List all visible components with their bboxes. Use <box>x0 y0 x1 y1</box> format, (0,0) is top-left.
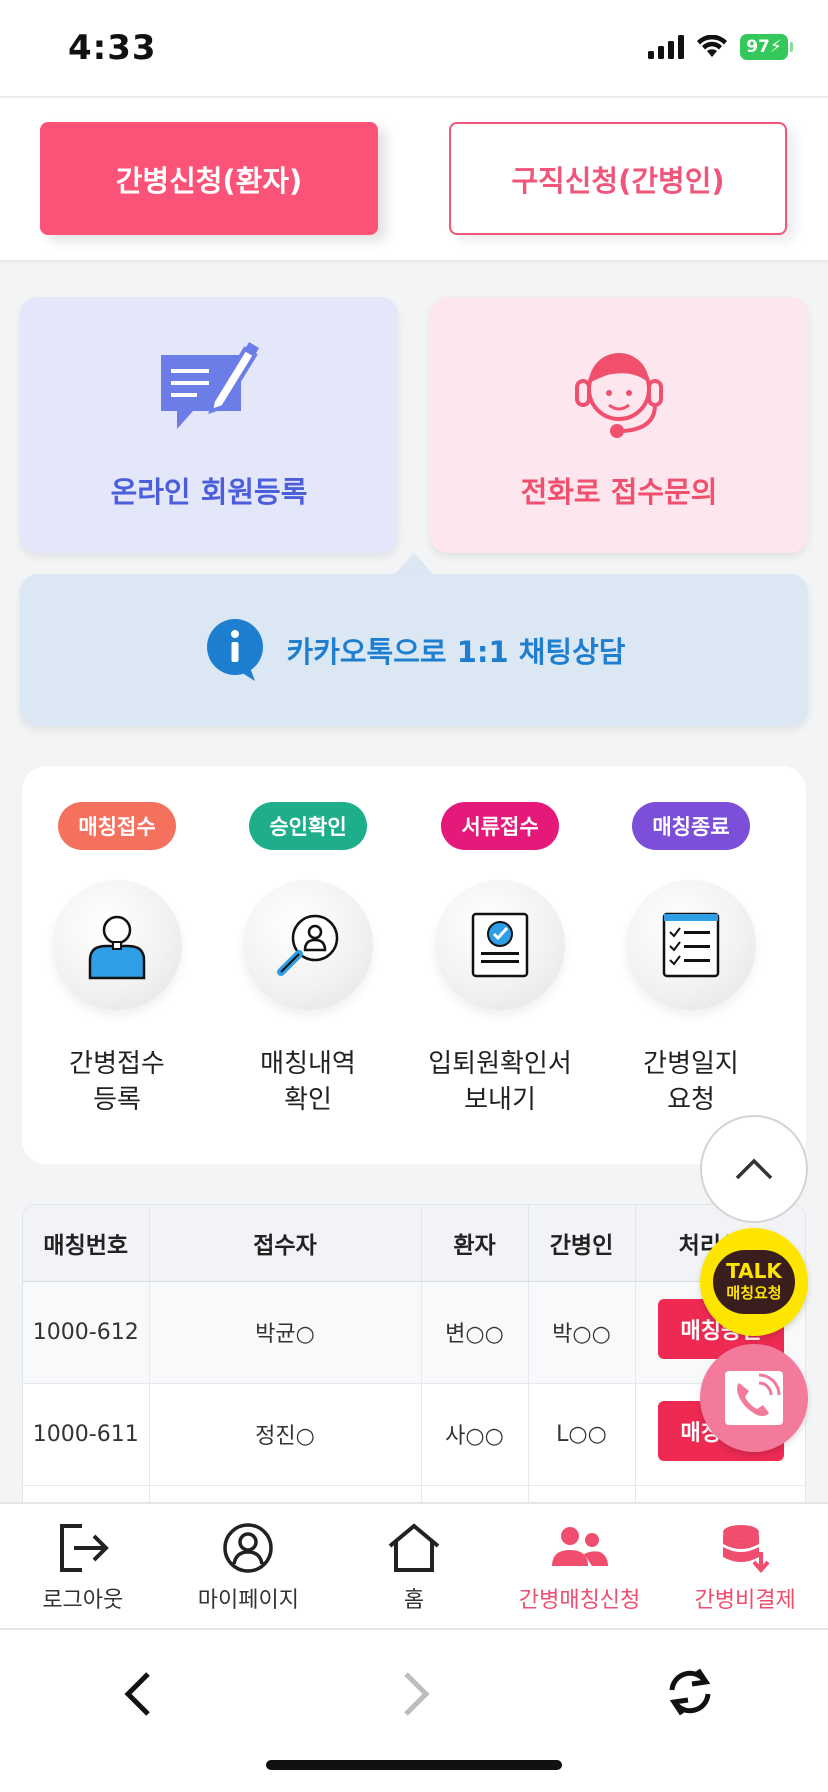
phone-inquiry-label: 전화로 접수문의 <box>520 475 718 509</box>
cell-patient: 사○○ <box>421 1383 529 1486</box>
status-time: 4:33 <box>68 28 157 68</box>
document-check-icon <box>471 912 529 978</box>
step-icon-circle <box>435 880 565 1010</box>
cell-caregiver: 박○○ <box>528 1281 636 1384</box>
phone-inquiry-card[interactable]: 전화로 접수문의 <box>430 297 808 553</box>
step-label: 간병접수 등록 <box>69 1049 165 1115</box>
nav-home[interactable]: 홈 <box>331 1504 497 1628</box>
kakao-chat-button[interactable]: 카카오톡으로 1:1 채팅상담 <box>20 574 808 726</box>
nav-mypage[interactable]: 마이페이지 <box>166 1504 332 1628</box>
cell-receiver: 박균○ <box>149 1281 422 1384</box>
patient-apply-button[interactable]: 간병신청(환자) <box>40 122 378 235</box>
chevron-up-icon <box>735 1158 773 1180</box>
talk-sublabel: 매칭요청 <box>726 1284 782 1302</box>
battery-icon: 97 ⚡ <box>740 34 793 60</box>
bottom-navigation: 로그아웃 마이페이지 홈 간병매칭신청 간병비결제 <box>0 1502 828 1630</box>
step-label: 매칭내역 확인 <box>260 1049 356 1115</box>
payment-icon <box>723 1525 770 1574</box>
status-indicators: 97 ⚡ <box>648 34 793 60</box>
step-badge: 매칭종료 <box>632 802 750 850</box>
talk-label: TALK <box>726 1259 782 1283</box>
online-register-label: 온라인 회원등록 <box>110 475 308 509</box>
step-3[interactable]: 서류접수 입퇴원확인서 보내기 <box>405 802 595 1118</box>
caregiver-apply-button[interactable]: 구직신청(간병인) <box>449 122 787 235</box>
cell-matching-number: 1000-611 <box>23 1383 150 1486</box>
section-shadow <box>0 260 828 264</box>
cell-matching-number: 1000-612 <box>23 1281 150 1384</box>
header-caregiver: 간병인 <box>528 1205 636 1282</box>
step-icon-circle <box>626 880 756 1010</box>
header-patient: 환자 <box>421 1205 529 1282</box>
pointer-arrow <box>394 553 434 575</box>
step-4[interactable]: 매칭종료 간병일지 요청 <box>596 802 786 1118</box>
step-1[interactable]: 매칭접수 간병접수 등록 <box>22 802 212 1118</box>
online-register-card[interactable]: 온라인 회원등록 <box>20 297 398 553</box>
scroll-top-button[interactable] <box>700 1115 808 1223</box>
wifi-icon <box>697 35 727 57</box>
nav-label: 간병매칭신청 <box>518 1588 641 1613</box>
kakao-talk-button[interactable]: TALK 매칭요청 <box>700 1228 808 1336</box>
matching-table: 매칭번호 접수자 환자 간병인 처리상태 1000-612 박균○ 변○○ 박○… <box>22 1204 806 1504</box>
users-icon <box>551 1527 608 1566</box>
search-person-icon <box>277 914 339 976</box>
nav-label: 간병비결제 <box>694 1588 796 1613</box>
kakao-chat-label: 카카오톡으로 1:1 채팅상담 <box>286 635 626 669</box>
reload-icon[interactable] <box>664 1666 716 1718</box>
info-bubble-icon <box>206 619 263 681</box>
table-row[interactable]: 1000-612 박균○ 변○○ 박○○ 매칭승인 <box>23 1281 805 1384</box>
battery-level: 97 <box>746 37 770 57</box>
person-icon <box>88 915 146 980</box>
step-label: 간병일지 요청 <box>643 1049 739 1115</box>
headset-agent-icon <box>575 353 663 438</box>
step-icon-circle <box>243 880 373 1010</box>
signal-icon <box>648 35 684 59</box>
step-label: 입퇴원확인서 보내기 <box>428 1049 572 1115</box>
logout-icon <box>59 1524 109 1572</box>
cell-caregiver: L○○ <box>528 1383 636 1486</box>
phone-icon <box>725 1371 783 1425</box>
step-2[interactable]: 승인확인 매칭내역 확인 <box>213 802 403 1118</box>
nav-label: 마이페이지 <box>197 1588 299 1613</box>
step-icon-circle <box>52 880 182 1010</box>
table-row[interactable]: 1000-611 정진○ 사○○ L○○ 매칭승인 <box>23 1383 805 1486</box>
talk-bubble-icon: TALK 매칭요청 <box>713 1250 795 1314</box>
home-indicator <box>266 1760 562 1770</box>
step-badge: 서류접수 <box>441 802 559 850</box>
nav-payment[interactable]: 간병비결제 <box>662 1504 828 1628</box>
step-badge: 매칭접수 <box>58 802 176 850</box>
header-matching-number: 매칭번호 <box>23 1205 150 1282</box>
home-icon <box>388 1523 440 1572</box>
cell-patient: 변○○ <box>421 1281 529 1384</box>
header-receiver: 접수자 <box>149 1205 422 1282</box>
cell-receiver: 정진○ <box>149 1383 422 1486</box>
user-circle-icon <box>223 1523 274 1573</box>
forward-arrow-icon[interactable] <box>396 1670 436 1718</box>
divider <box>0 96 828 98</box>
call-button[interactable] <box>700 1344 808 1452</box>
checklist-icon <box>662 912 720 978</box>
nav-logout[interactable]: 로그아웃 <box>0 1504 166 1628</box>
process-steps-card: 매칭접수 간병접수 등록 승인확인 매칭내역 확인 서류접수 입퇴원확인서 보내… <box>22 766 806 1164</box>
nav-label: 홈 <box>403 1588 425 1613</box>
back-arrow-icon[interactable] <box>118 1670 158 1718</box>
nav-label: 로그아웃 <box>42 1588 124 1613</box>
step-badge: 승인확인 <box>249 802 367 850</box>
table-header-row: 매칭번호 접수자 환자 간병인 처리상태 <box>23 1205 805 1282</box>
chat-pencil-icon <box>161 342 259 429</box>
nav-matching-apply[interactable]: 간병매칭신청 <box>497 1504 663 1628</box>
